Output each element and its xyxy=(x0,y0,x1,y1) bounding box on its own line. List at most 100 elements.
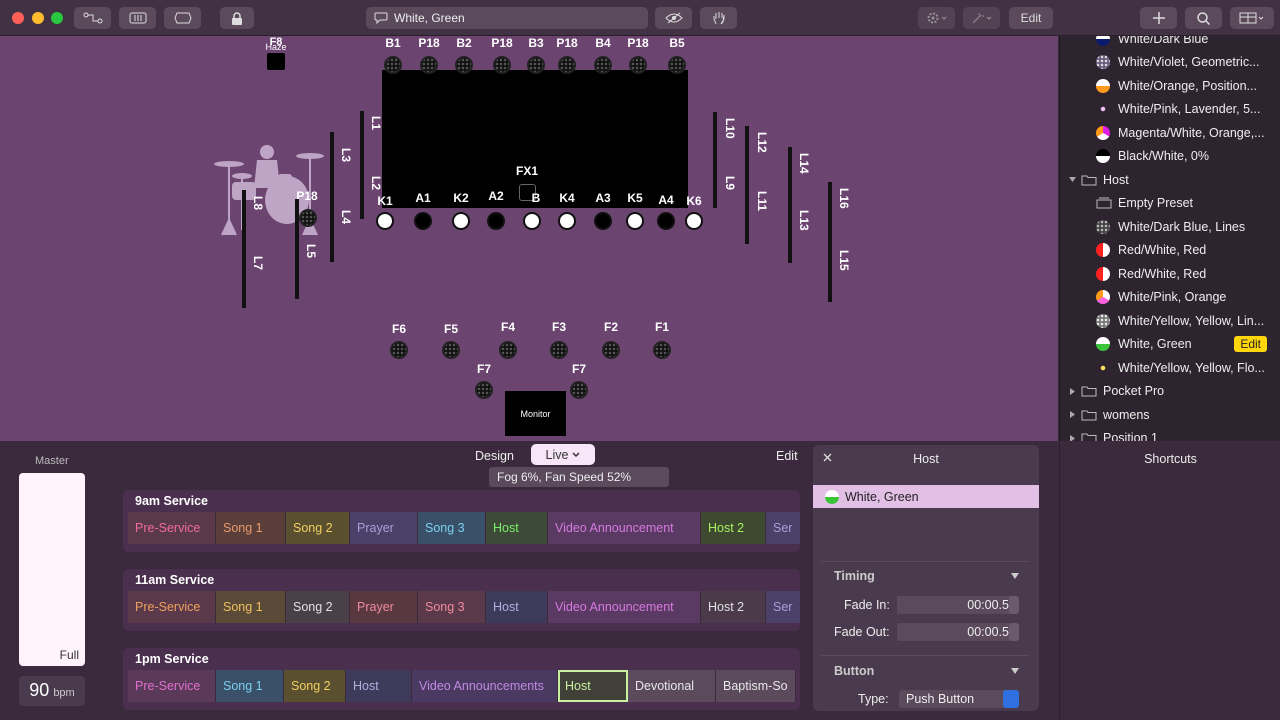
fixture[interactable] xyxy=(626,212,644,230)
fixture[interactable] xyxy=(653,341,671,359)
haze-fixture[interactable] xyxy=(267,53,285,70)
cue-button[interactable]: Host xyxy=(486,512,548,544)
cue-button[interactable]: Song 2 xyxy=(286,512,350,544)
button-section-header[interactable]: Button xyxy=(834,664,874,678)
live-tab[interactable]: Live xyxy=(531,444,595,465)
zoom-window-button[interactable] xyxy=(51,12,63,24)
sidebar-preset[interactable]: Red/White, Red xyxy=(1060,262,1280,285)
cue-button[interactable]: Ser xyxy=(766,591,800,623)
master-fader[interactable]: Full xyxy=(19,473,85,666)
close-window-button[interactable] xyxy=(12,12,24,24)
sidebar-preset[interactable]: White/Dark Blue, Lines xyxy=(1060,215,1280,238)
shape-button[interactable] xyxy=(164,7,201,29)
fixture[interactable] xyxy=(452,212,470,230)
cue-button[interactable]: Pre-Service xyxy=(128,591,216,623)
chevron-right-icon[interactable] xyxy=(1068,434,1077,442)
preset-edit-button[interactable]: Edit xyxy=(1234,335,1267,352)
cue-button[interactable]: Devotional xyxy=(628,670,716,702)
faders-button[interactable] xyxy=(119,7,156,29)
fixture[interactable] xyxy=(668,56,686,74)
sidebar-preset[interactable]: Black/White, 0% xyxy=(1060,145,1280,168)
cue-button[interactable]: Host xyxy=(486,591,548,623)
cue-button[interactable]: Song 1 xyxy=(216,670,284,702)
monitor-box[interactable]: Monitor xyxy=(505,391,566,436)
disclosure-icon[interactable] xyxy=(1010,667,1020,675)
fixture[interactable] xyxy=(570,381,588,399)
fixture[interactable] xyxy=(602,341,620,359)
chevron-right-icon[interactable] xyxy=(1068,410,1077,419)
fixture[interactable] xyxy=(558,56,576,74)
cue-button[interactable]: Video Announcements xyxy=(412,670,558,702)
led-bar[interactable] xyxy=(360,111,364,165)
bpm-field[interactable]: 90 bpm xyxy=(19,676,85,706)
cue-button[interactable]: Pre-Service xyxy=(128,670,216,702)
chevron-down-icon[interactable] xyxy=(1068,175,1077,184)
cue-button[interactable]: Host 2 xyxy=(701,591,766,623)
cue-button[interactable]: Pre-Service xyxy=(128,512,216,544)
sidebar-preset[interactable]: Empty Preset xyxy=(1060,192,1280,215)
cue-button[interactable]: Ser xyxy=(766,512,800,544)
sidebar-folder[interactable]: womens xyxy=(1060,403,1280,426)
sidebar-preset[interactable]: Magenta/White, Orange,... xyxy=(1060,121,1280,144)
stage-plot[interactable]: F8 Haze B1 P18 B2 P18 B3 P18 B4 P18 B5 FX1 K1 A1 K… xyxy=(0,36,1058,441)
disclosure-icon[interactable] xyxy=(1010,572,1020,580)
sidebar-preset[interactable]: White/Pink, Orange xyxy=(1060,286,1280,309)
sidebar-preset[interactable]: White, Green Edit xyxy=(1060,333,1280,356)
search-button[interactable] xyxy=(1185,7,1222,29)
settings-button[interactable] xyxy=(918,7,955,29)
cue-button[interactable]: Song 1 xyxy=(216,591,286,623)
fixture[interactable] xyxy=(376,212,394,230)
cue-button[interactable]: Video Announcement xyxy=(548,512,701,544)
cue-button[interactable]: Baptism-So xyxy=(716,670,796,702)
cue-button[interactable]: Song 3 xyxy=(418,591,486,623)
p18-side-fixture[interactable] xyxy=(299,209,317,227)
led-bar[interactable] xyxy=(788,147,792,263)
sidebar-preset[interactable]: White/Dark Blue xyxy=(1060,36,1280,50)
fixture[interactable] xyxy=(384,56,402,74)
cue-button[interactable]: Prayer xyxy=(350,512,418,544)
cue-button[interactable]: Host 2 xyxy=(701,512,766,544)
fixture[interactable] xyxy=(527,56,545,74)
tools-button[interactable] xyxy=(963,7,1000,29)
fixture[interactable] xyxy=(420,56,438,74)
fixture[interactable] xyxy=(685,212,703,230)
sidebar-folder[interactable]: Position 1 xyxy=(1060,427,1280,442)
fixture[interactable] xyxy=(499,341,517,359)
fixture[interactable] xyxy=(550,341,568,359)
fixture[interactable] xyxy=(390,341,408,359)
cue-button[interactable]: Song 2 xyxy=(284,670,346,702)
chevron-right-icon[interactable] xyxy=(1068,387,1077,396)
fixture[interactable] xyxy=(523,212,541,230)
sidebar-preset[interactable]: White/Yellow, Yellow, Lin... xyxy=(1060,309,1280,332)
fade-out-field[interactable]: 00:00.5 xyxy=(897,623,1017,641)
fixture[interactable] xyxy=(558,212,576,230)
sidebar-preset[interactable]: Red/White, Red xyxy=(1060,239,1280,262)
led-bar[interactable] xyxy=(330,132,334,188)
led-bar[interactable] xyxy=(713,112,717,208)
toolbar-edit-button[interactable]: Edit xyxy=(1009,7,1053,29)
fixture[interactable] xyxy=(594,56,612,74)
sidebar-folder[interactable]: Pocket Pro xyxy=(1060,380,1280,403)
cue-button[interactable]: Song 2 xyxy=(286,591,350,623)
selected-preset-row[interactable]: White, Green xyxy=(813,485,1039,508)
hand-button[interactable] xyxy=(700,7,737,29)
led-bar[interactable] xyxy=(745,126,749,244)
minimize-window-button[interactable] xyxy=(32,12,44,24)
sidebar-preset[interactable]: White/Violet, Geometric... xyxy=(1060,51,1280,74)
fixture[interactable] xyxy=(475,381,493,399)
sidebar-folder[interactable]: Host xyxy=(1060,168,1280,191)
bottom-edit-button[interactable]: Edit xyxy=(776,449,798,463)
design-tab[interactable]: Design xyxy=(475,449,514,463)
cue-title-field[interactable]: White, Green xyxy=(366,7,648,29)
fixture[interactable] xyxy=(442,341,460,359)
cue-button[interactable]: Song 1 xyxy=(216,512,286,544)
layout-button[interactable] xyxy=(1230,7,1274,29)
timing-section-header[interactable]: Timing xyxy=(834,569,875,583)
fade-in-stepper[interactable] xyxy=(1009,596,1019,614)
fixture[interactable] xyxy=(594,212,612,230)
hide-button[interactable] xyxy=(655,7,692,29)
fixture[interactable] xyxy=(487,212,505,230)
routing-button[interactable] xyxy=(74,7,111,29)
cue-button[interactable]: Video Announcement xyxy=(548,591,701,623)
type-select[interactable]: Push Button xyxy=(899,690,1019,708)
